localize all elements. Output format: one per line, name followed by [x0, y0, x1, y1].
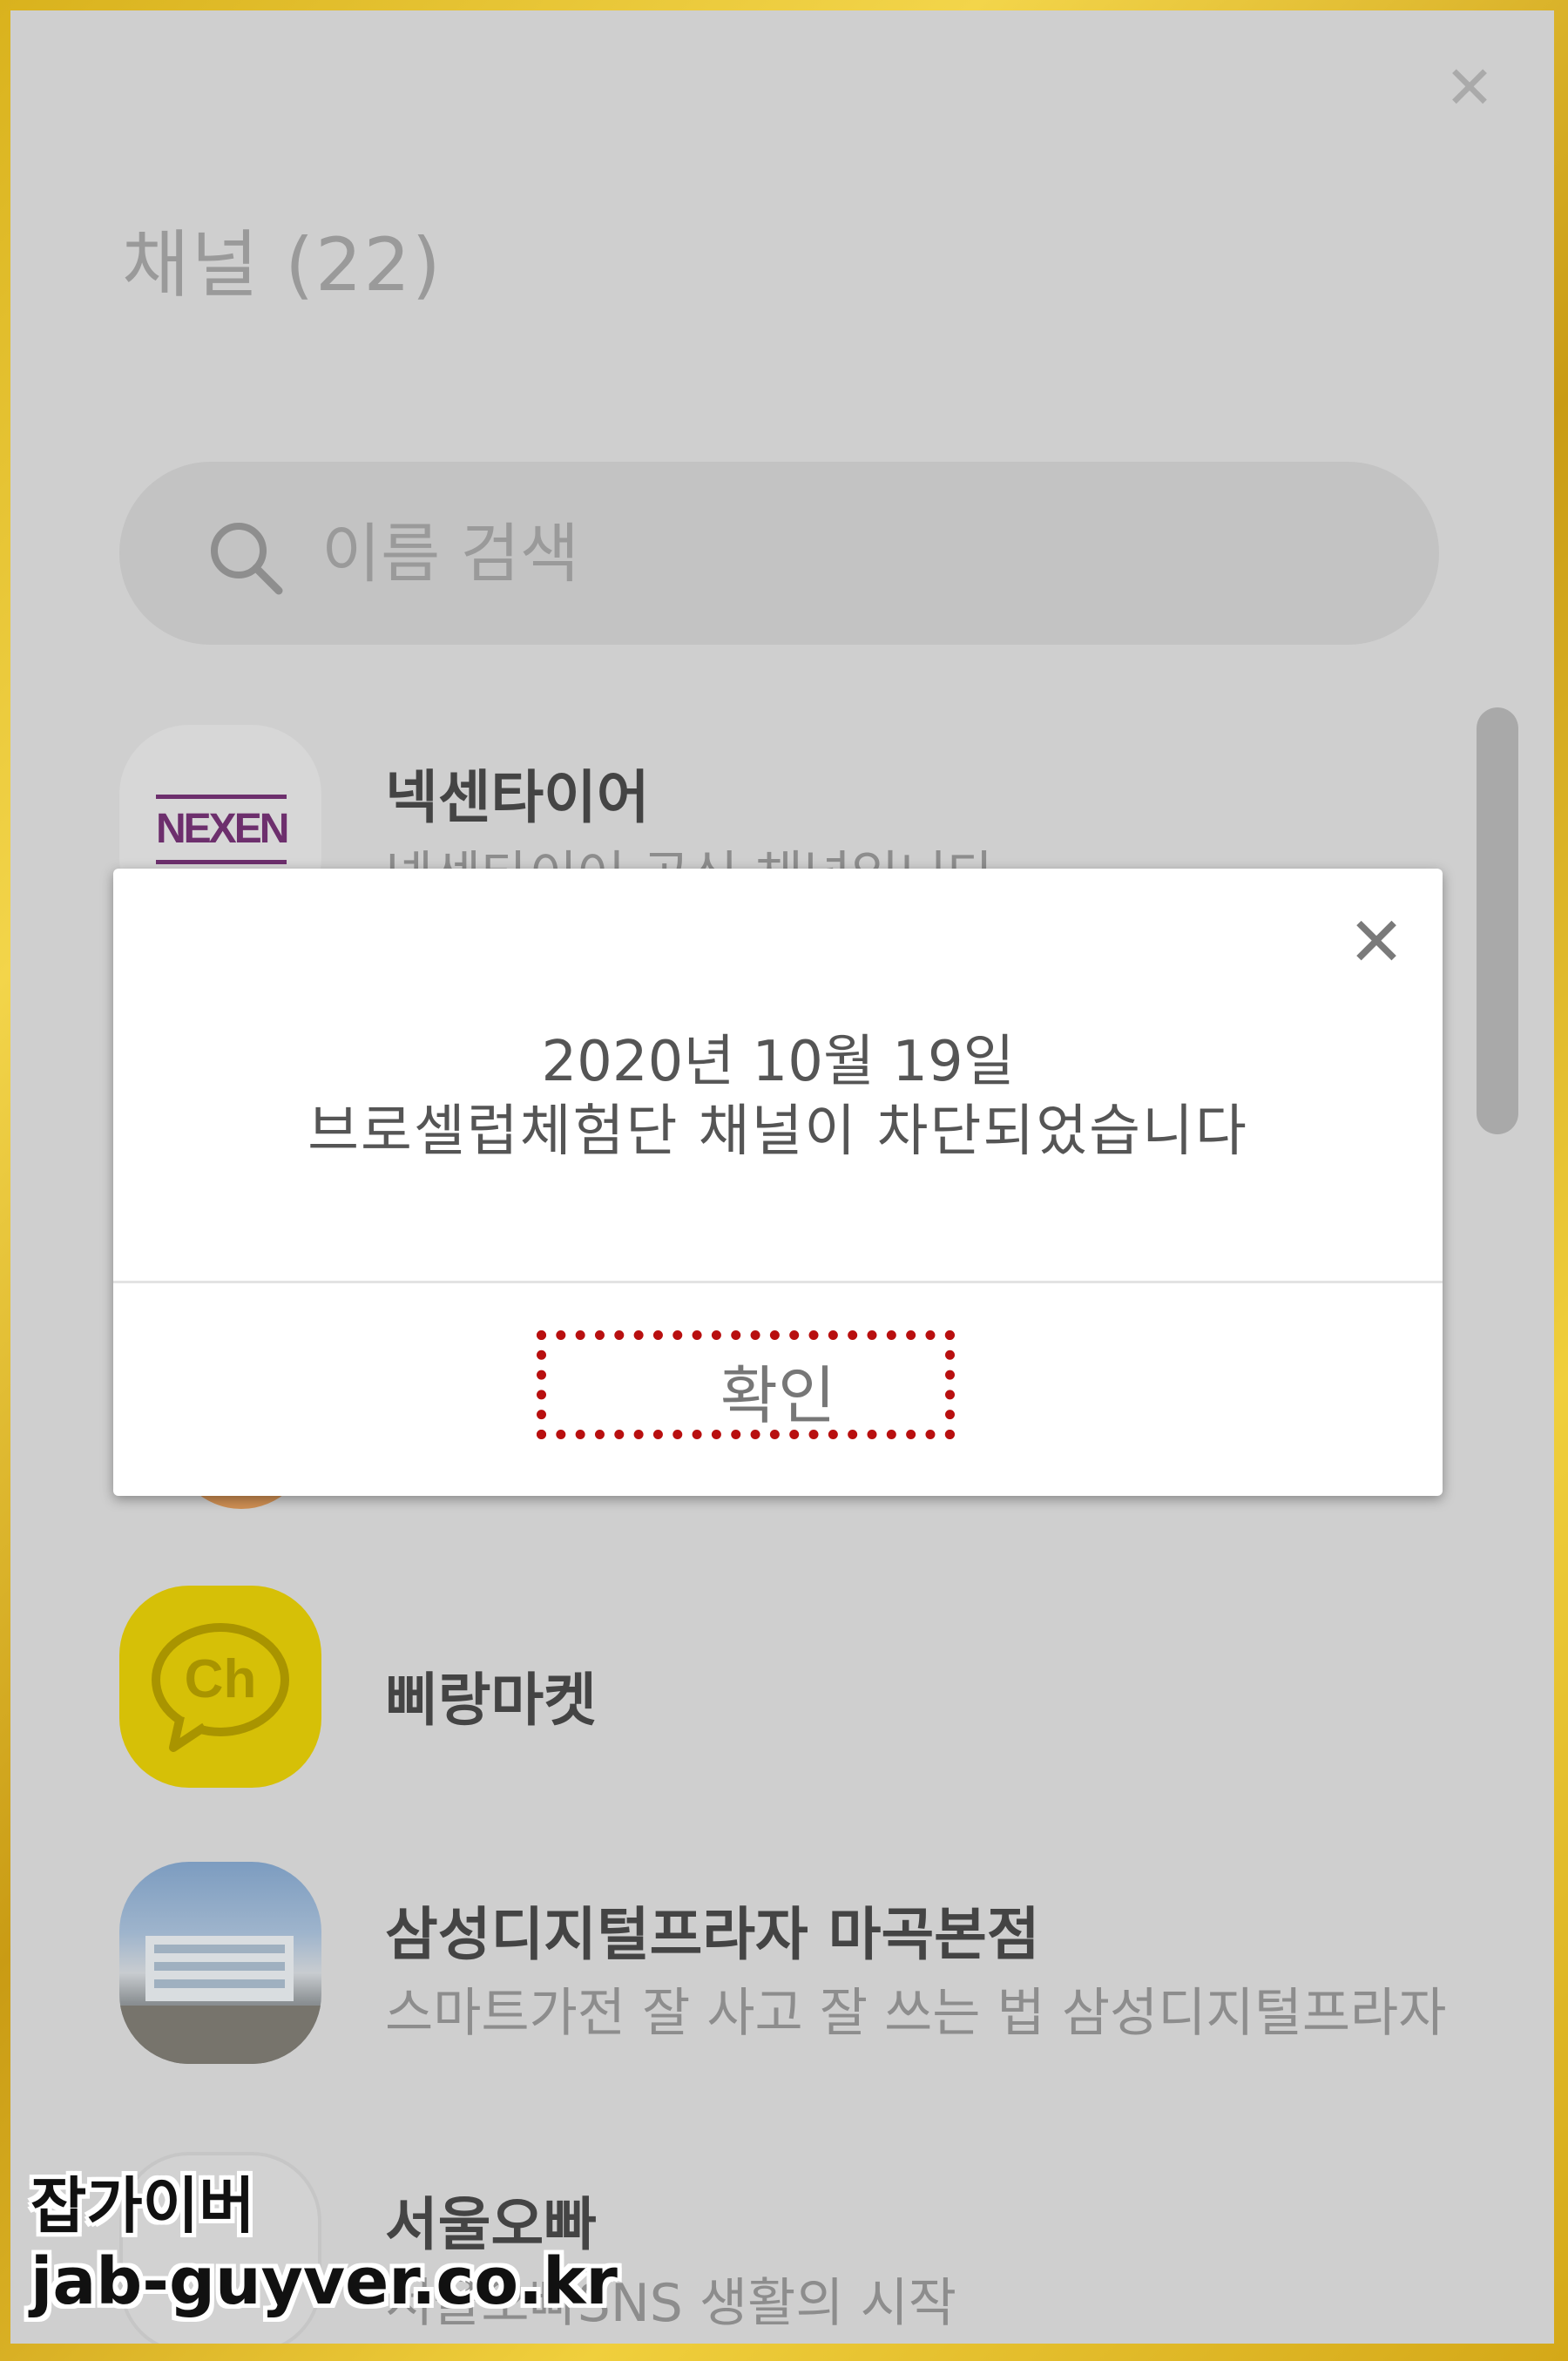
nexen-logo: NEXEN: [156, 795, 289, 864]
channel-avatar: Ch: [119, 1586, 321, 1788]
watermark-url: jab-guyver.co.kr: [30, 2244, 618, 2319]
channel-item[interactable]: Ch 삐랑마켓: [119, 1586, 1443, 1795]
block-notice-dialog: ✕ 2020년 10월 19일 브로셀럽체험단 채널이 차단되었습니다 확인: [113, 869, 1443, 1496]
channel-name: 삐랑마켓: [385, 1667, 597, 1734]
search-icon: [211, 523, 283, 595]
channel-name: 삼성디지털프라자 마곡본점: [385, 1901, 1040, 1968]
dialog-message: 브로셀럽체험단 채널이 차단되었습니다: [308, 1099, 1248, 1164]
channel-description: 스마트가전 잘 사고 잘 쓰는 법 삼성디지털프라자: [385, 1983, 1447, 2044]
channel-logo-text: Ch: [185, 1649, 257, 1709]
channel-name: 넥센타이어: [385, 764, 650, 831]
window-close-icon[interactable]: ✕: [1439, 58, 1500, 119]
channel-item[interactable]: 삼성디지털프라자 마곡본점 스마트가전 잘 사고 잘 쓰는 법 삼성디지털프라자: [119, 1862, 1446, 2071]
channel-list-window: ✕ 채널 (22) NEXEN 넥센타이어 넥센타이어 공식 채널입니다 Ch …: [10, 10, 1554, 2344]
dialog-date: 2020년 10월 19일: [541, 1030, 1015, 1094]
watermark: 잡가이버 jab-guyver.co.kr: [30, 2169, 618, 2321]
kakao-channel-icon: Ch: [152, 1623, 289, 1752]
page-title: 채널 (22): [122, 222, 443, 308]
confirm-button[interactable]: 확인: [113, 1283, 1443, 1496]
scrollbar-thumb[interactable]: [1477, 707, 1518, 1134]
search-bar[interactable]: [119, 462, 1439, 646]
dialog-close-icon[interactable]: ✕: [1342, 908, 1411, 978]
watermark-title: 잡가이버: [30, 2170, 255, 2242]
channel-avatar-photo: [119, 1862, 321, 2064]
building-photo-icon: [119, 1936, 321, 2064]
search-input[interactable]: [320, 462, 1369, 646]
